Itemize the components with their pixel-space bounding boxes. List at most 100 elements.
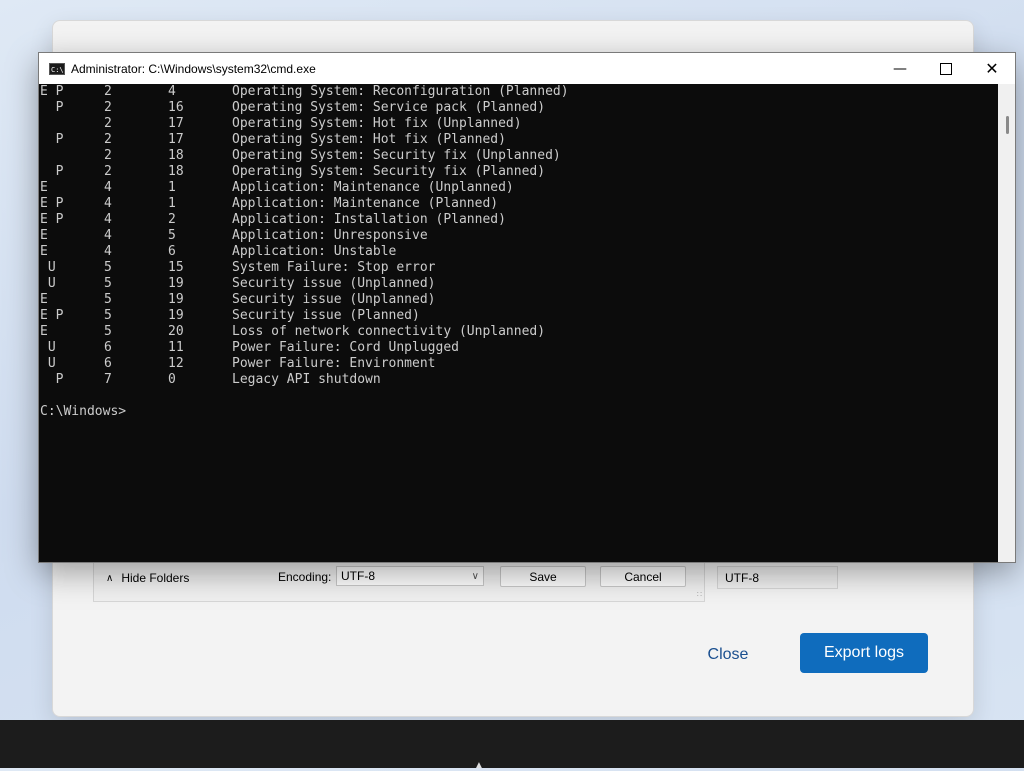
console-row: E P 4 2 Application: Installation (Planned)	[40, 212, 998, 228]
row-reason: Security issue (Unplanned)	[232, 292, 436, 307]
console-scrollbar[interactable]	[998, 84, 1015, 562]
maximize-icon	[940, 62, 952, 75]
row-minor: 0	[168, 372, 176, 387]
row-major: 4	[104, 196, 112, 211]
row-major: 5	[104, 292, 112, 307]
row-flags: P	[40, 100, 64, 115]
row-minor: 11	[168, 340, 184, 355]
row-reason: System Failure: Stop error	[232, 260, 436, 275]
row-reason: Application: Unstable	[232, 244, 397, 259]
row-major: 2	[104, 164, 112, 179]
hide-folders-button[interactable]: ∧ Hide Folders	[106, 571, 189, 585]
console-row: P 7 0 Legacy API shutdown	[40, 372, 998, 388]
row-minor: 16	[168, 100, 184, 115]
row-major: 2	[104, 84, 112, 99]
row-reason: Application: Installation (Planned)	[232, 212, 506, 227]
row-major: 4	[104, 180, 112, 195]
cancel-button[interactable]: Cancel	[600, 566, 686, 587]
row-flags: E	[40, 244, 48, 259]
chevron-up-icon: ∧	[106, 572, 114, 584]
save-as-dialog-footer: ∧ Hide Folders Encoding: UTF-8 ∨ Save Ca…	[93, 560, 705, 602]
row-flags: P	[40, 372, 64, 387]
cmd-titlebar[interactable]: C:\ Administrator: C:\Windows\system32\c…	[39, 53, 1015, 84]
row-minor: 17	[168, 116, 184, 131]
close-window-button[interactable]: ✕	[969, 53, 1015, 84]
row-reason: Application: Maintenance (Planned)	[232, 196, 499, 211]
row-major: 5	[104, 260, 112, 275]
minimize-icon: —	[893, 60, 907, 77]
row-reason: Legacy API shutdown	[232, 372, 381, 387]
row-reason: Operating System: Security fix (Unplanne…	[232, 148, 561, 163]
row-minor: 20	[168, 324, 184, 339]
row-major: 5	[104, 276, 112, 291]
row-flags: E P	[40, 308, 64, 323]
row-flags: U	[40, 276, 56, 291]
console-row: U 6 12 Power Failure: Environment	[40, 356, 998, 372]
row-flags: E	[40, 292, 48, 307]
hide-folders-label: Hide Folders	[121, 571, 190, 585]
close-button[interactable]: Close	[700, 640, 756, 670]
taskbar: ▲	[0, 720, 1024, 771]
command-prompt[interactable]: C:\Windows>	[40, 404, 998, 420]
console-row: E 4 1 Application: Maintenance (Unplanned)	[40, 180, 998, 196]
row-reason: Application: Unresponsive	[232, 228, 428, 243]
console-row: P 2 18 Operating System: Security fix (Plan…	[40, 164, 998, 180]
mouse-cursor-icon: ▲	[474, 760, 484, 771]
console-output[interactable]: E P 2 4 Operating System: Reconfiguration (…	[39, 84, 998, 562]
row-reason: Security issue (Planned)	[232, 308, 420, 323]
row-reason: Application: Maintenance (Unplanned)	[232, 180, 514, 195]
row-reason: Operating System: Reconfiguration (Plann…	[232, 84, 569, 99]
encoding-dropdown[interactable]: UTF-8 ∨	[336, 566, 484, 586]
row-reason: Operating System: Service pack (Planned)	[232, 100, 546, 115]
row-flags: E P	[40, 196, 64, 211]
encoding-field-secondary[interactable]: UTF-8	[717, 566, 838, 589]
row-major: 2	[104, 148, 112, 163]
row-flags: E	[40, 180, 48, 195]
row-major: 7	[104, 372, 112, 387]
row-flags: U	[40, 260, 56, 275]
console-row: E P 4 1 Application: Maintenance (Planned)	[40, 196, 998, 212]
row-major: 4	[104, 244, 112, 259]
export-logs-button[interactable]: Export logs	[800, 633, 928, 673]
maximize-button[interactable]	[923, 53, 969, 84]
row-minor: 1	[168, 196, 176, 211]
console-row: U 5 15 System Failure: Stop error	[40, 260, 998, 276]
row-major: 5	[104, 324, 112, 339]
row-minor: 6	[168, 244, 176, 259]
cmd-window[interactable]: C:\ Administrator: C:\Windows\system32\c…	[38, 52, 1016, 563]
row-reason: Loss of network connectivity (Unplanned)	[232, 324, 546, 339]
save-button[interactable]: Save	[500, 566, 586, 587]
console-row: E 4 5 Application: Unresponsive	[40, 228, 998, 244]
row-minor: 5	[168, 228, 176, 243]
row-flags: P	[40, 164, 64, 179]
row-minor: 19	[168, 276, 184, 291]
window-title: Administrator: C:\Windows\system32\cmd.e…	[71, 61, 316, 76]
row-flags: E P	[40, 84, 64, 99]
row-major: 5	[104, 308, 112, 323]
row-reason: Security issue (Unplanned)	[232, 276, 436, 291]
scrollbar-thumb[interactable]	[1006, 116, 1009, 134]
row-flags: E	[40, 228, 48, 243]
row-major: 2	[104, 100, 112, 115]
row-minor: 18	[168, 164, 184, 179]
row-flags: E	[40, 324, 48, 339]
row-major: 4	[104, 228, 112, 243]
row-major: 2	[104, 132, 112, 147]
row-reason: Operating System: Security fix (Planned)	[232, 164, 546, 179]
row-reason: Operating System: Hot fix (Unplanned)	[232, 116, 522, 131]
row-major: 4	[104, 212, 112, 227]
resize-grip-icon[interactable]: ∷	[697, 590, 702, 599]
close-icon: ✕	[985, 59, 999, 78]
row-reason: Operating System: Hot fix (Planned)	[232, 132, 506, 147]
minimize-button[interactable]: —	[877, 53, 923, 84]
row-flags: P	[40, 132, 64, 147]
row-reason: Power Failure: Environment	[232, 356, 436, 371]
console-row: P 2 17 Operating System: Hot fix (Planned)	[40, 132, 998, 148]
row-flags: U	[40, 340, 56, 355]
row-minor: 4	[168, 84, 176, 99]
row-reason: Power Failure: Cord Unplugged	[232, 340, 459, 355]
row-minor: 12	[168, 356, 184, 371]
encoding-value-secondary: UTF-8	[725, 571, 759, 585]
console-row: 2 17 Operating System: Hot fix (Unplanned)	[40, 116, 998, 132]
